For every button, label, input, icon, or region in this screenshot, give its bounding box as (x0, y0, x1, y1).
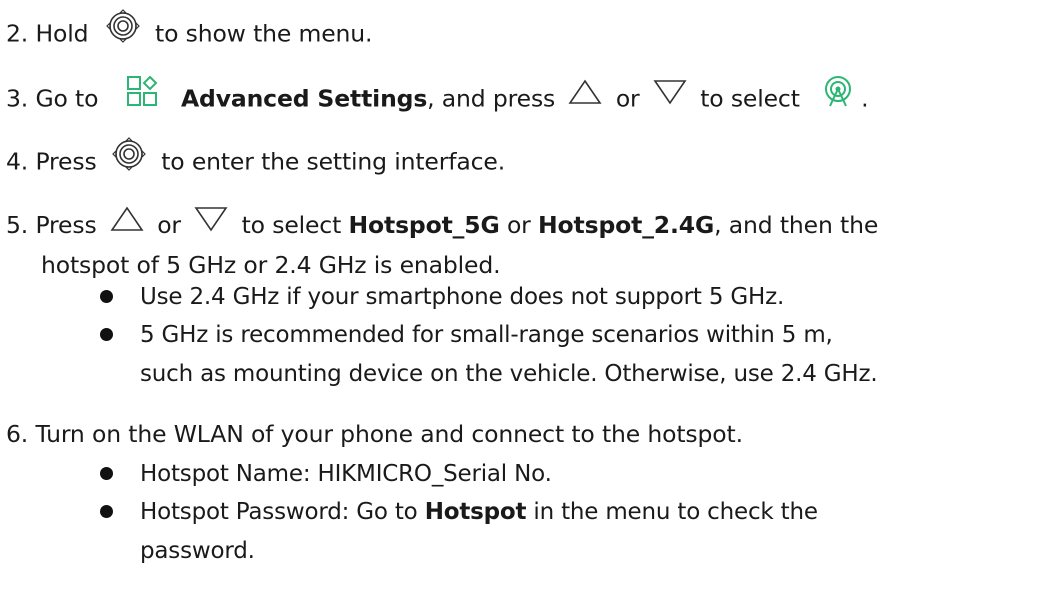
step-6-bullet-2-post: in the menu to check the (533, 499, 818, 525)
step-2-text: to show the menu. (155, 19, 373, 48)
hotspot-5g-label: Hotspot_5G (348, 211, 500, 239)
step-6-bullet-2: Hotspot Password: Go to Hotspot in the m… (140, 492, 818, 532)
step-5-bullet-1: Use 2.4 GHz if your smartphone does not … (140, 284, 785, 310)
manual-page: 2. Hold to show the menu. 3. Go to Advan… (0, 0, 1059, 596)
step-4-label: 4. Press (6, 147, 97, 176)
down-triangle-icon (194, 203, 228, 247)
up-triangle-icon (568, 76, 602, 120)
step-6-bullet-1: Hotspot Name: HIKMICRO_Serial No. (140, 461, 552, 487)
step-5-or-2: or (506, 211, 531, 239)
step-3-label: 3. Go to (6, 84, 99, 113)
ok-button-icon (105, 9, 140, 57)
up-triangle-icon (110, 203, 144, 247)
hotspot-menu-label: Hotspot (424, 499, 527, 525)
down-triangle-icon (653, 76, 687, 120)
bullet-dot (100, 505, 113, 518)
step-5-or: or (157, 211, 181, 239)
step-3-text-2: to select (700, 84, 800, 113)
step-3-end: . (861, 84, 869, 113)
advanced-settings-icon (126, 75, 158, 121)
step-5-text-2: , and then the (714, 211, 879, 239)
step-3-text-1: , and press (427, 84, 556, 113)
bullet-dot (100, 290, 113, 303)
step-5-bullet-2-line-2: such as mounting device on the vehicle. … (140, 361, 878, 387)
step-6-bullet-2-pre: Hotspot Password: Go to (140, 499, 418, 525)
step-2-label: 2. Hold (6, 19, 89, 48)
step-6-bullet-2-line-2: password. (140, 538, 255, 564)
step-5-text-1: to select (241, 211, 342, 239)
step-6: 6. Turn on the WLAN of your phone and co… (6, 420, 743, 448)
hotspot-icon (821, 74, 855, 122)
step-4-text: to enter the setting interface. (161, 147, 506, 176)
bullet-dot (100, 467, 113, 480)
step-3-or: or (615, 84, 640, 113)
step-4: 4. Press to enter the setting interface. (6, 137, 506, 185)
step-5: 5. Press or to select Hotspot_5G or Hots… (6, 203, 878, 247)
step-5-bullet-2-line-1: 5 GHz is recommended for small-range sce… (140, 322, 833, 348)
bullet-dot (100, 328, 113, 341)
hotspot-24g-label: Hotspot_2.4G (538, 211, 715, 239)
step-3: 3. Go to Advanced Settings, and press or… (6, 74, 869, 122)
advanced-settings-label: Advanced Settings (181, 84, 428, 113)
step-2: 2. Hold to show the menu. (6, 9, 373, 57)
step-5-label: 5. Press (6, 211, 97, 239)
ok-button-icon (112, 137, 146, 185)
